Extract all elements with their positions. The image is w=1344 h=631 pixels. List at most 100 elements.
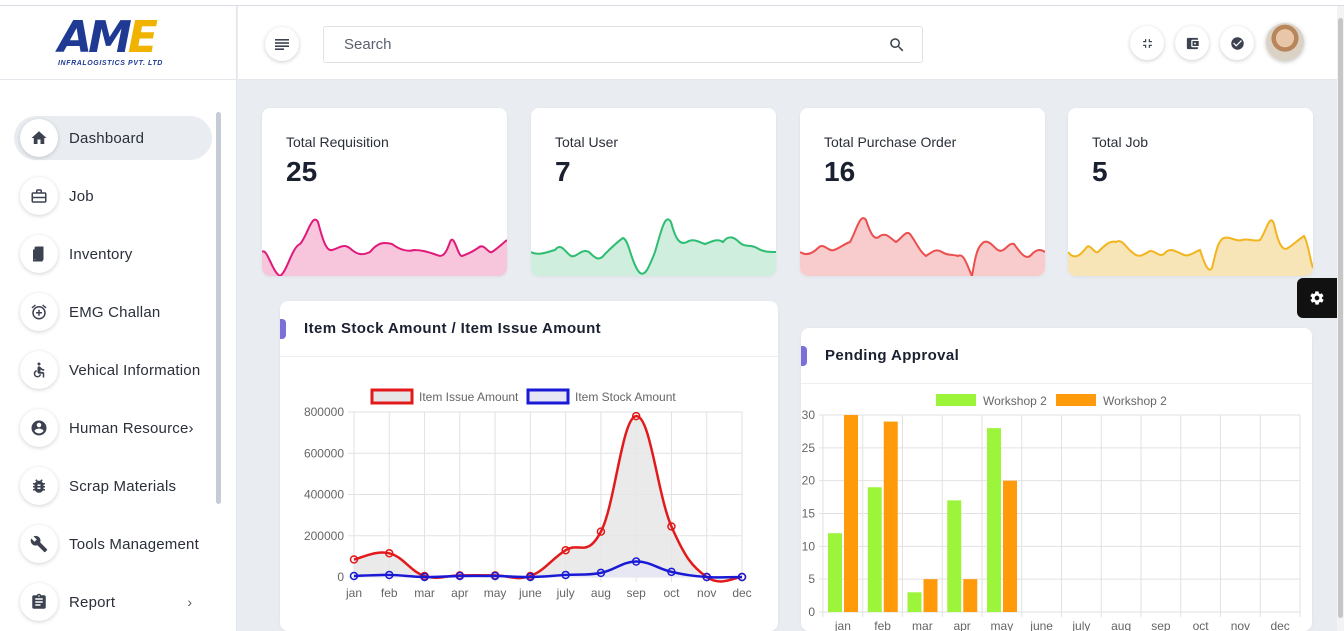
user-avatar[interactable] bbox=[1266, 23, 1304, 61]
series-area bbox=[354, 416, 742, 582]
card-header: Item Stock Amount / Item Issue Amount bbox=[280, 301, 778, 357]
approval-button[interactable] bbox=[1220, 26, 1254, 60]
stat-card-total-user[interactable]: Total User 7 bbox=[531, 108, 776, 276]
sidebar-item-label: Inventory bbox=[69, 245, 133, 263]
search-box bbox=[323, 26, 923, 63]
collapse-button[interactable] bbox=[1130, 26, 1164, 60]
gear-icon bbox=[1310, 291, 1324, 305]
page-scrollbar[interactable] bbox=[1337, 6, 1344, 631]
search-icon[interactable] bbox=[888, 36, 906, 54]
x-tick-label: july bbox=[556, 586, 575, 600]
pending-approval-bar-chart: 0 5 10 15 20 25 30 jan feb mar apr may june july aug se… bbox=[802, 394, 1301, 631]
search-input[interactable] bbox=[344, 36, 864, 53]
stat-value: 16 bbox=[824, 156, 856, 187]
sidebar-item-label: Report bbox=[69, 593, 116, 611]
sidebar-item-inventory[interactable]: Inventory bbox=[14, 232, 214, 276]
top-header bbox=[238, 6, 1344, 80]
x-tick-label: may bbox=[484, 586, 507, 600]
book-icon bbox=[20, 235, 58, 273]
sidebar-scrollbar[interactable] bbox=[216, 112, 221, 504]
x-tick-label: may bbox=[991, 619, 1014, 631]
home-icon bbox=[20, 119, 58, 157]
x-tick-label: june bbox=[1029, 619, 1053, 631]
bar bbox=[947, 500, 962, 612]
sidebar-item-vehical-information[interactable]: Vehical Information bbox=[14, 348, 214, 392]
x-tick-label: jan bbox=[834, 619, 851, 631]
y-tick-label: 200000 bbox=[304, 529, 344, 543]
item-stock-line-chart: 0 200000 400000 600000 800000 jan feb mar apr may… bbox=[304, 388, 752, 600]
sidebar-item-tools-management[interactable]: Tools Management bbox=[14, 522, 214, 566]
x-tick-label: apr bbox=[451, 586, 468, 600]
stat-title: Total Job bbox=[1092, 134, 1149, 150]
legend-swatch bbox=[370, 388, 414, 405]
stat-card-total-purchase-order[interactable]: Total Purchase Order 16 bbox=[800, 108, 1045, 276]
y-tick-label: 10 bbox=[802, 539, 816, 553]
sparkline-chart bbox=[1068, 219, 1313, 276]
stat-value: 25 bbox=[286, 156, 318, 187]
report-icon bbox=[20, 583, 58, 621]
wallet-button[interactable] bbox=[1175, 26, 1209, 60]
card-title: Item Stock Amount / Item Issue Amount bbox=[304, 320, 602, 337]
legend-swatch bbox=[526, 388, 570, 405]
page-scrollbar-thumb[interactable] bbox=[1338, 18, 1343, 618]
sidebar-item-label: Human Resource› bbox=[69, 419, 194, 437]
sidebar-item-report[interactable]: Report › bbox=[14, 580, 214, 624]
bar bbox=[1003, 480, 1017, 612]
x-tick-label: june bbox=[518, 586, 542, 600]
legend-label: Workshop 2 bbox=[1103, 394, 1167, 408]
x-tick-label: oct bbox=[1193, 619, 1210, 631]
sidebar-item-scrap-materials[interactable]: Scrap Materials bbox=[14, 464, 214, 508]
sparkline-chart bbox=[531, 218, 776, 276]
x-tick-label: feb bbox=[874, 619, 891, 631]
x-tick-label: apr bbox=[953, 619, 970, 631]
x-tick-label: sep bbox=[1151, 619, 1171, 631]
sidebar-item-human-resource[interactable]: Human Resource› bbox=[14, 406, 214, 450]
x-tick-label: aug bbox=[1111, 619, 1131, 631]
x-tick-label: nov bbox=[697, 586, 716, 600]
y-tick-label: 800000 bbox=[304, 405, 344, 419]
pending-approval-card: Pending Approval 0 5 10 15 20 25 30 jan feb mar ap… bbox=[801, 328, 1312, 631]
stat-title: Total User bbox=[555, 134, 619, 150]
menu-toggle-button[interactable] bbox=[265, 27, 299, 61]
wallet-icon bbox=[1186, 37, 1199, 49]
sidebar-item-dashboard[interactable]: Dashboard bbox=[14, 116, 212, 160]
logo-letters: AME bbox=[58, 12, 158, 63]
stat-card-total-requisition[interactable]: Total Requisition 25 bbox=[262, 108, 507, 276]
chevron-right-icon: › bbox=[187, 594, 192, 610]
x-tick-label: feb bbox=[381, 586, 398, 600]
stat-card-total-job[interactable]: Total Job 5 bbox=[1068, 108, 1313, 276]
sidebar-item-label: Scrap Materials bbox=[69, 477, 177, 495]
company-logo[interactable]: AME INFRALOGISTICS PVT. LTD bbox=[58, 12, 180, 68]
legend-swatch bbox=[936, 394, 976, 406]
y-tick-label: 0 bbox=[808, 605, 815, 619]
bar bbox=[907, 592, 922, 612]
wrench-icon bbox=[20, 525, 58, 563]
sidebar-item-job[interactable]: Job bbox=[14, 174, 214, 218]
bug-icon bbox=[20, 467, 58, 505]
x-tick-label: dec bbox=[732, 586, 751, 600]
y-tick-label: 0 bbox=[337, 570, 344, 584]
logo-area: AME INFRALOGISTICS PVT. LTD bbox=[0, 6, 236, 80]
stat-value: 7 bbox=[555, 156, 571, 187]
legend-label: Workshop 2 bbox=[983, 394, 1047, 408]
sidebar-item-label: EMG Challan bbox=[69, 303, 161, 321]
bar bbox=[867, 487, 882, 612]
check-circle-icon bbox=[1230, 36, 1244, 50]
sparkline-chart bbox=[800, 217, 1045, 276]
accessible-icon bbox=[20, 351, 58, 389]
x-tick-label: july bbox=[1071, 619, 1090, 631]
y-tick-label: 25 bbox=[802, 441, 816, 455]
settings-toggle[interactable] bbox=[1297, 278, 1337, 318]
logo-subtitle: INFRALOGISTICS PVT. LTD bbox=[58, 60, 163, 67]
x-tick-label: nov bbox=[1231, 619, 1250, 631]
collapse-icon bbox=[1142, 38, 1152, 48]
y-tick-label: 600000 bbox=[304, 446, 344, 460]
sidebar-item-label: Tools Management bbox=[69, 535, 199, 553]
card-title: Pending Approval bbox=[825, 347, 960, 364]
sidebar-item-emg-challan[interactable]: EMG Challan bbox=[14, 290, 214, 334]
legend-label: Item Issue Amount bbox=[419, 390, 519, 404]
item-stock-chart-card: Item Stock Amount / Item Issue Amount 0 2… bbox=[280, 301, 778, 631]
sidebar: AME INFRALOGISTICS PVT. LTD Dashboard Jo… bbox=[0, 6, 237, 631]
x-tick-label: mar bbox=[912, 619, 933, 631]
card-header: Pending Approval bbox=[801, 328, 1312, 384]
